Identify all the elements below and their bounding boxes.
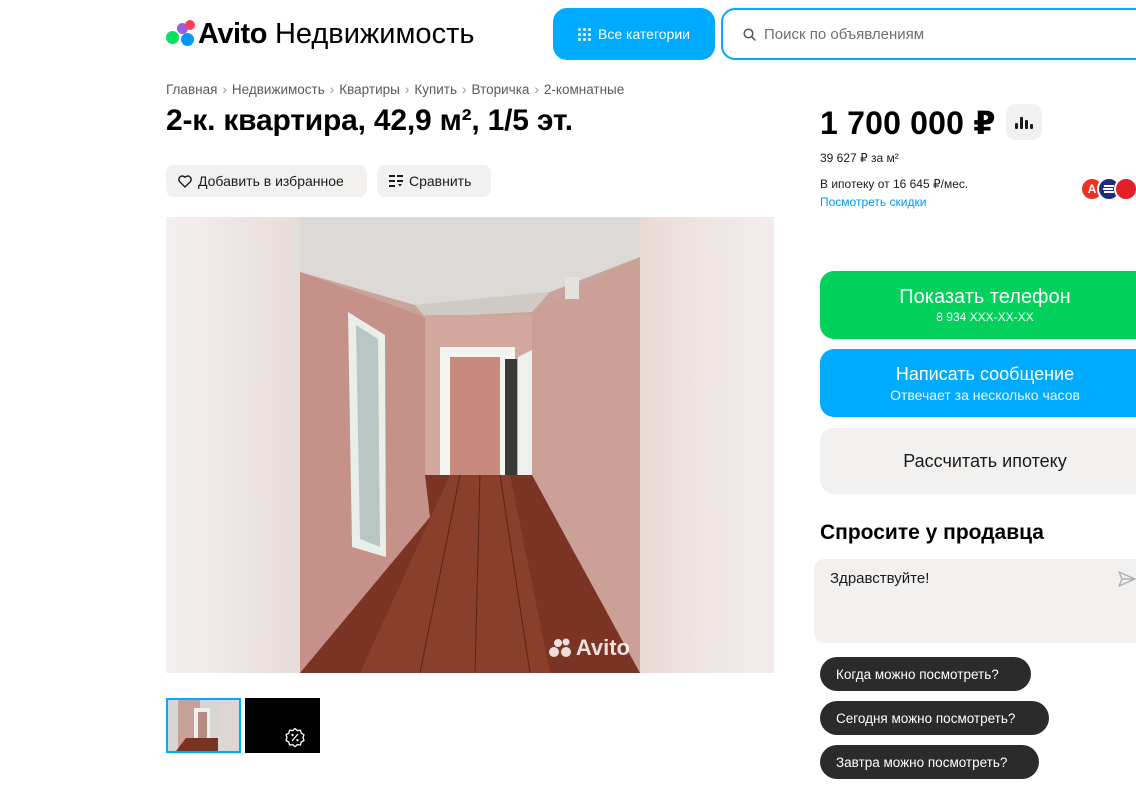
- chevron-right-icon: ›: [462, 82, 467, 97]
- chevron-right-icon: ›: [329, 82, 335, 97]
- breadcrumb-item-realty[interactable]: Недвижимость: [232, 82, 325, 97]
- search-icon: [743, 27, 756, 41]
- mortgage-offer: В ипотеку от 16 645 ₽/мес.: [820, 177, 969, 191]
- ask-seller-box[interactable]: Здравствуйте!: [814, 559, 1136, 643]
- stats-bar-icon[interactable]: [1006, 104, 1042, 140]
- write-message-label: Написать сообщение: [895, 363, 1075, 384]
- search-bar[interactable]: [721, 8, 1136, 60]
- chevron-right-icon: ›: [222, 82, 227, 97]
- bank-sovcom-icon: [1114, 177, 1136, 201]
- breadcrumb-item-secondary[interactable]: Вторичка: [472, 82, 530, 97]
- avito-logo-icon: [166, 20, 196, 48]
- logo-brand-text: Avito: [198, 17, 267, 50]
- quick-question-chip[interactable]: Когда можно посмотреть?: [820, 657, 1031, 691]
- breadcrumb-item-apartments[interactable]: Квартиры: [339, 82, 400, 97]
- all-categories-label: Все категории: [598, 26, 690, 42]
- calculate-mortgage-button[interactable]: Рассчитать ипотеку: [820, 428, 1136, 494]
- watermark-text: Avito: [575, 635, 630, 660]
- photo-thumbnail-2[interactable]: [245, 698, 320, 753]
- phone-mask: 8 934 XXX-XX-XX: [936, 310, 1034, 324]
- price: 1 700 000 ₽: [820, 105, 996, 141]
- compare-icon: [389, 175, 403, 187]
- breadcrumb-item-buy[interactable]: Купить: [414, 82, 457, 97]
- all-categories-button[interactable]: Все категории: [553, 8, 715, 60]
- avito-logo[interactable]: Avito Недвижимость: [166, 16, 474, 52]
- show-phone-button[interactable]: Показать телефон 8 934 XXX-XX-XX: [820, 271, 1136, 339]
- breadcrumb-item-2-rooms[interactable]: 2-комнатные: [544, 82, 624, 97]
- message-input[interactable]: Здравствуйте!: [830, 570, 1110, 610]
- listing-title: 2-к. квартира, 42,9 м², 1/5 эт.: [166, 104, 573, 137]
- search-input[interactable]: [764, 25, 1124, 43]
- write-message-button[interactable]: Написать сообщение Отвечает за несколько…: [820, 349, 1136, 417]
- ask-seller-title: Спросите у продавца: [820, 521, 1044, 544]
- apartment-hallway-photo: [300, 217, 640, 673]
- discount-badge-icon: [285, 727, 305, 748]
- add-to-favorites-label: Добавить в избранное: [198, 173, 344, 189]
- quick-question-chip[interactable]: Завтра можно посмотреть?: [820, 745, 1039, 779]
- bank-logos[interactable]: А: [1080, 177, 1136, 201]
- main-photo[interactable]: Avito: [166, 217, 774, 673]
- chevron-right-icon: ›: [534, 82, 539, 97]
- quick-question-chip[interactable]: Сегодня можно посмотреть?: [820, 701, 1049, 735]
- heart-icon: [178, 174, 192, 188]
- response-time: Отвечает за несколько часов: [890, 386, 1080, 403]
- show-phone-label: Показать телефон: [899, 286, 1071, 308]
- photo-blur-right: [640, 217, 774, 673]
- avito-watermark: Avito: [548, 635, 630, 661]
- chevron-right-icon: ›: [404, 82, 410, 97]
- grid-dots-icon: [578, 27, 591, 41]
- photo-blur-left: [166, 217, 300, 673]
- send-icon[interactable]: [1118, 571, 1136, 587]
- compare-label: Сравнить: [409, 173, 472, 189]
- add-to-favorites-button[interactable]: Добавить в избранное: [166, 165, 367, 197]
- view-discounts-link[interactable]: Посмотреть скидки: [820, 195, 926, 209]
- avito-logo-icon: [548, 638, 571, 657]
- breadcrumb-item-home[interactable]: Главная: [166, 82, 217, 97]
- logo-section-text: Недвижимость: [274, 17, 475, 50]
- compare-button[interactable]: Сравнить: [377, 165, 491, 197]
- price-per-m2: 39 627 ₽ за м²: [820, 151, 899, 165]
- breadcrumb: Главная › Недвижимость › Квартиры › Купи…: [166, 82, 624, 97]
- photo-thumbnail-1[interactable]: [166, 698, 241, 753]
